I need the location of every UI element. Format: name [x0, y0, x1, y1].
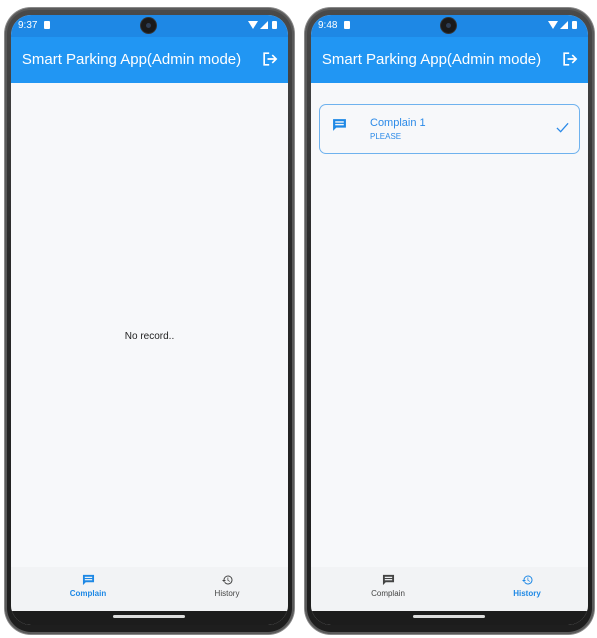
- front-camera: [141, 18, 156, 33]
- history-icon: [221, 575, 233, 585]
- nav-complain-label: Complain: [69, 589, 107, 598]
- nav-history-label: History: [214, 589, 240, 598]
- screen-complain: 9:37 Smart Parking App(Admin mode) No re…: [11, 15, 288, 625]
- nav-complain[interactable]: Complain: [338, 574, 438, 598]
- nav-history-label: History: [513, 589, 541, 598]
- app-title: Smart Parking App(Admin mode): [321, 51, 542, 68]
- message-icon: [333, 119, 346, 131]
- empty-message: No record..: [124, 331, 175, 342]
- gesture-area: [11, 611, 288, 625]
- status-time: 9:48: [318, 20, 338, 31]
- logout-icon[interactable]: [560, 49, 580, 69]
- app-bar: Smart Parking App(Admin mode): [11, 37, 288, 83]
- message-icon: [382, 574, 394, 586]
- signal-battery-icons: [548, 20, 580, 33]
- complaint-history-list: Complain 1 PLEASE: [311, 83, 588, 567]
- gesture-area: [311, 611, 588, 625]
- complaint-card[interactable]: Complain 1 PLEASE: [319, 104, 580, 154]
- nav-complain-label: Complain: [371, 589, 405, 598]
- nav-history[interactable]: History: [177, 574, 277, 598]
- check-icon: [556, 122, 569, 133]
- message-icon: [82, 574, 94, 586]
- sim-icon: [344, 21, 350, 29]
- bottom-navigation: Complain History: [311, 567, 588, 611]
- complaint-list-empty: No record..: [11, 83, 288, 567]
- screen-history: 9:48 Smart Parking App(Admin mode) Compl…: [311, 15, 588, 625]
- wifi-signal-battery-icon: [548, 21, 577, 29]
- status-time: 9:37: [18, 20, 38, 31]
- home-gesture-bar[interactable]: [413, 615, 485, 618]
- logout-icon[interactable]: [260, 49, 280, 69]
- app-title: Smart Parking App(Admin mode): [21, 51, 242, 68]
- nav-history[interactable]: History: [477, 574, 577, 598]
- bottom-navigation: Complain History: [11, 567, 288, 611]
- sim-icon: [44, 21, 50, 29]
- home-gesture-bar[interactable]: [113, 615, 185, 618]
- app-bar: Smart Parking App(Admin mode): [311, 37, 588, 83]
- signal-battery-icons: [248, 20, 280, 33]
- complaint-subtitle: PLEASE: [370, 132, 402, 141]
- nav-complain[interactable]: Complain: [38, 574, 138, 598]
- complaint-title: Complain 1: [370, 117, 426, 129]
- history-icon: [521, 575, 533, 585]
- phone-frame-history: 9:48 Smart Parking App(Admin mode) Compl…: [305, 8, 594, 634]
- wifi-signal-battery-icon: [248, 21, 277, 29]
- front-camera: [441, 18, 456, 33]
- phone-frame-complain: 9:37 Smart Parking App(Admin mode) No re…: [5, 8, 294, 634]
